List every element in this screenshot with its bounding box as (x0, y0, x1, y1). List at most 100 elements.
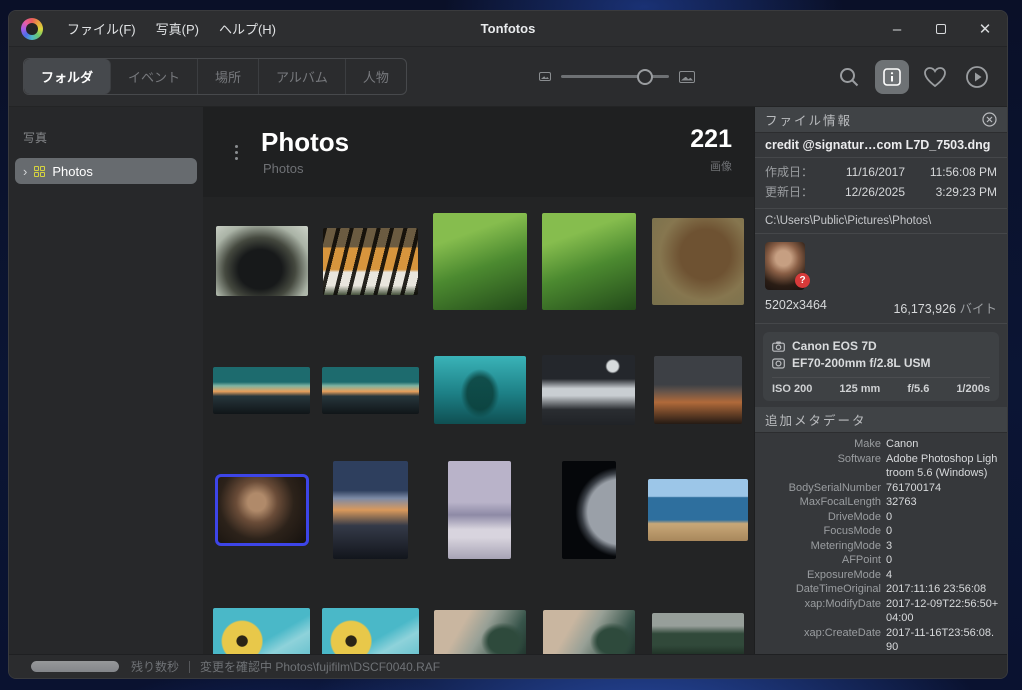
photo-thumbnail-mtn-moon[interactable] (542, 355, 635, 425)
search-icon (838, 66, 860, 88)
tab-places[interactable]: 場所 (198, 59, 259, 94)
unknown-person-badge[interactable]: ? (795, 273, 810, 288)
photo-thumbnail-buddha[interactable] (434, 356, 526, 424)
photo-thumbnail-fern[interactable] (433, 213, 527, 310)
chevron-right-icon[interactable]: › (23, 165, 27, 178)
metadata-key: DateTimeOriginal (763, 582, 881, 597)
menu-item-photo[interactable]: 写真(P) (146, 19, 209, 38)
sidebar-item-label: Photos (52, 164, 92, 179)
metadata-list: MakeCanonSoftwareAdobe Photoshop Lightro… (755, 433, 1007, 654)
file-path[interactable]: C:\Users\Public\Pictures\Photos\ (755, 209, 1007, 234)
photo-thumbnail-bison[interactable] (652, 218, 744, 305)
detected-face[interactable]: ? (755, 234, 1007, 296)
toolbar: フォルダイベント場所アルバム人物 (9, 47, 1007, 106)
metadata-key: MaxFocalLength (763, 495, 881, 510)
photo-thumbnail-pine-snow[interactable] (434, 610, 526, 654)
status-bar: 残り数秒 変更を確認中 Photos\fujifilm\DSCF0040.RAF (9, 654, 1007, 678)
camera-icon (772, 341, 785, 352)
metadata-row: ExposureMode4 (763, 568, 999, 583)
metadata-key: MeteringMode (763, 539, 881, 554)
tab-albums[interactable]: アルバム (259, 59, 346, 94)
file-size: 16,173,926 (893, 302, 956, 316)
photo-thumbnail-forest-lake[interactable] (652, 613, 744, 654)
menu-item-file[interactable]: ファイル(F) (57, 19, 146, 38)
search-button[interactable] (833, 61, 865, 93)
status-separator (189, 661, 190, 673)
title-bar: ファイル(F)写真(P)ヘルプ(H) Tonfotos – ✕ (9, 11, 1007, 47)
minimize-button[interactable]: – (875, 11, 919, 47)
tab-events[interactable]: イベント (111, 59, 198, 94)
close-button[interactable]: ✕ (963, 11, 1007, 47)
metadata-row: FocusMode0 (763, 524, 999, 539)
created-time: 11:56:08 PM (905, 162, 997, 182)
photo-grid-row (203, 212, 754, 310)
menu-item-help[interactable]: ヘルプ(H) (209, 19, 286, 38)
metadata-value: 0 (886, 524, 999, 539)
info-button[interactable] (875, 60, 909, 94)
photo-grid-row (203, 460, 754, 560)
metadata-value: 3 (886, 539, 999, 554)
camera-model: Canon EOS 7D (792, 338, 877, 355)
favorites-button[interactable] (919, 61, 951, 93)
aperture-value: f/5.6 (907, 383, 929, 395)
face-thumbnail[interactable]: ? (765, 242, 805, 290)
collection-header: Photos Photos 221 画像 (203, 107, 754, 197)
metadata-value: 0 (886, 510, 999, 525)
modified-date: 12/26/2025 (827, 182, 905, 202)
photo-thumbnail-beach[interactable] (648, 479, 748, 541)
slideshow-button[interactable] (961, 61, 993, 93)
photo-thumbnail-mtn-orange[interactable] (654, 356, 742, 424)
collection-title: Photos (261, 127, 349, 158)
maximize-button[interactable] (919, 11, 963, 47)
metadata-row: DateTimeOriginal 2017:11:16 23:56:08 (763, 582, 999, 597)
focal-length: 125 mm (839, 383, 880, 395)
image-small-icon (539, 72, 551, 81)
iso-value: ISO 200 (772, 383, 812, 395)
tab-people[interactable]: 人物 (346, 59, 406, 94)
modified-time: 3:29:23 PM (905, 182, 997, 202)
photo-thumbnail-moon[interactable] (562, 461, 616, 559)
photo-thumbnail-pano[interactable] (322, 367, 419, 414)
metadata-key: xap:ModifyDate (763, 597, 881, 626)
file-info-panel: ファイル情報 credit @signatur…com L7D_7503.dng… (754, 107, 1007, 654)
photo-grid-row (203, 606, 754, 654)
photo-thumbnail-city[interactable] (333, 461, 408, 559)
metadata-row: MaxFocalLength32763 (763, 495, 999, 510)
created-date: 11/16/2017 (827, 162, 905, 182)
info-icon (882, 67, 902, 87)
sidebar-item-photos[interactable]: › Photos (15, 158, 197, 184)
photo-grid-row (203, 354, 754, 426)
photo-thumbnail-sunflower[interactable] (322, 608, 419, 655)
metadata-key: Software (763, 452, 881, 481)
view-tabs: フォルダイベント場所アルバム人物 (23, 58, 407, 95)
photo-thumbnail-fern[interactable] (542, 213, 636, 310)
thumbnail-zoom-control (539, 47, 695, 106)
photo-thumbnail-pine-snow[interactable] (543, 610, 635, 654)
photo-thumbnail-portrait-selected[interactable] (215, 474, 309, 546)
close-panel-icon[interactable] (982, 112, 997, 127)
metadata-row: MeteringMode 3 (763, 539, 999, 554)
kebab-menu-icon[interactable] (235, 145, 239, 163)
photo-thumbnail-gorilla[interactable] (216, 226, 308, 296)
shutter-speed: 1/200s (956, 383, 990, 395)
file-name: credit @signatur…com L7D_7503.dng (755, 133, 1007, 158)
play-icon (965, 65, 989, 89)
photo-thumbnail-lake-tree[interactable] (448, 461, 511, 559)
tab-folders[interactable]: フォルダ (24, 59, 111, 94)
image-count-label: 画像 (690, 158, 732, 174)
metadata-row: MakeCanon (763, 437, 999, 452)
image-count: 221 (690, 125, 732, 154)
metadata-value: 761700174 (886, 481, 999, 496)
maximize-icon (936, 24, 946, 34)
zoom-slider[interactable] (561, 75, 669, 78)
metadata-value: 2017:11:16 23:56:08 (886, 582, 999, 597)
activity-status: 変更を確認中 Photos\fujifilm\DSCF0040.RAF (200, 658, 440, 675)
photo-thumbnail-sunflower[interactable] (213, 608, 310, 655)
photo-thumbnail-pano[interactable] (213, 367, 310, 414)
heart-icon (923, 66, 947, 88)
sidebar: 写真 › Photos (9, 107, 203, 654)
metadata-key: ExposureMode (763, 568, 881, 583)
zoom-slider-thumb[interactable] (637, 69, 653, 85)
image-large-icon (679, 71, 695, 83)
photo-thumbnail-tiger[interactable] (323, 228, 418, 295)
